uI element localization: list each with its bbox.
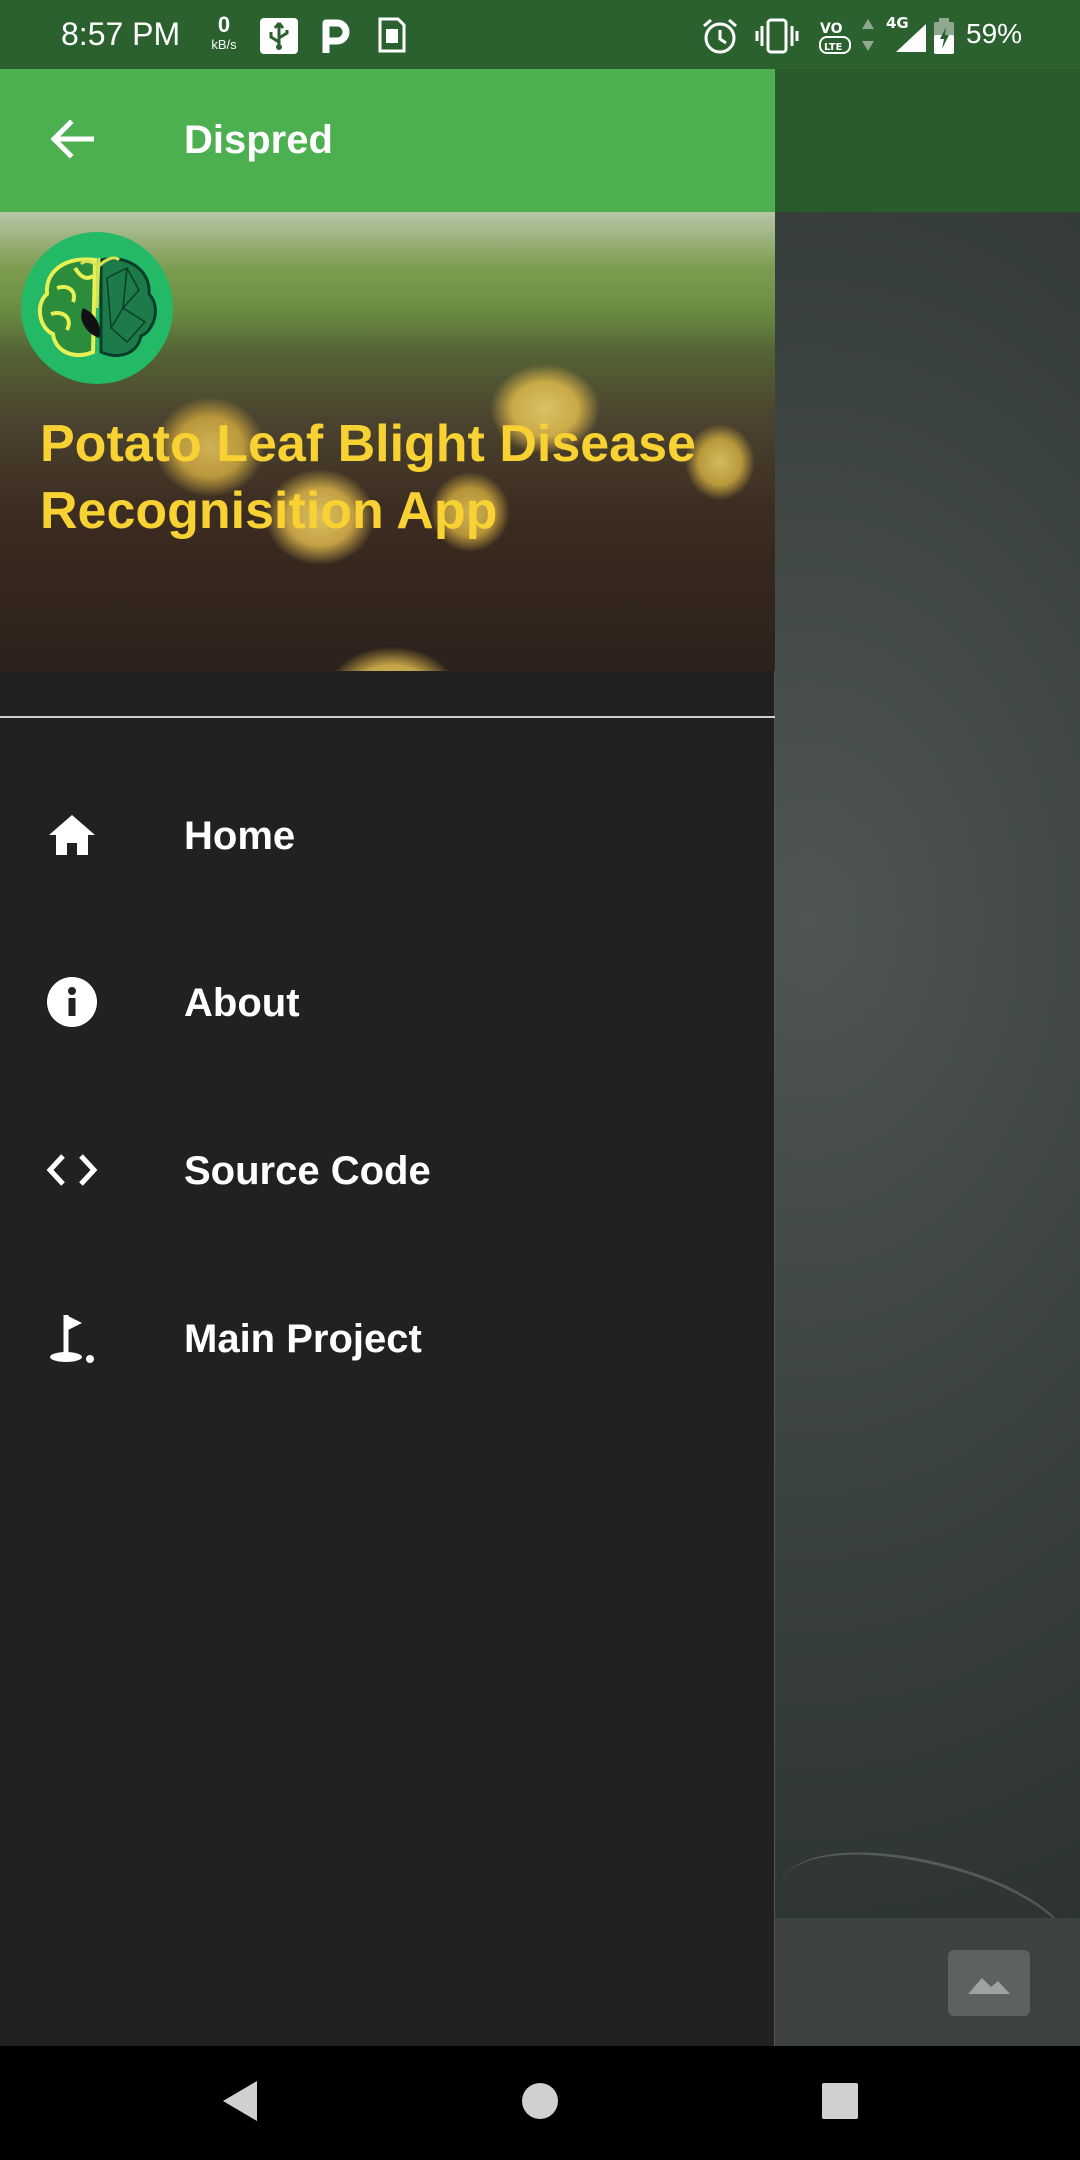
drawer-item-source-code[interactable]: Source Code [0, 1115, 775, 1225]
svg-text:VO: VO [820, 21, 843, 37]
back-button[interactable] [44, 113, 100, 169]
sim-card-icon [378, 17, 406, 58]
nav-home-button[interactable] [505, 2068, 575, 2138]
brain-leaf-logo [21, 232, 173, 384]
status-bar: 8:57 PM 0 kB/s VO LTE 4G 59% [0, 0, 1080, 69]
image-picker-button[interactable] [948, 1950, 1030, 2016]
back-triangle-icon [219, 2079, 259, 2128]
golf-flag-icon [44, 1310, 100, 1366]
nav-back-button[interactable] [204, 2068, 274, 2138]
info-icon [44, 974, 100, 1030]
image-icon [966, 1966, 1012, 2001]
svg-text:LTE: LTE [824, 42, 843, 53]
vibrate-icon [755, 17, 799, 60]
home-circle-icon [521, 2082, 559, 2125]
net-speed-value: 0 [217, 12, 231, 37]
background-bottom-panel [775, 1918, 1080, 2046]
drawer-item-label: Home [184, 814, 296, 858]
volte-icon: VO LTE [817, 17, 853, 62]
code-icon [44, 1142, 100, 1198]
drawer-item-label: Source Code [184, 1149, 431, 1193]
parking-icon [320, 17, 352, 60]
battery-percent: 59% [966, 18, 1023, 49]
recents-square-icon [821, 2082, 859, 2125]
drawer-item-main-project[interactable]: Main Project [0, 1283, 775, 1393]
signal-4g-icon: 4G [882, 12, 928, 59]
navigation-drawer: Dispred Potato Leaf Blight Disease Recog… [0, 69, 775, 2046]
arrow-back-icon [50, 118, 95, 164]
header-title: Potato Leaf Blight Disease Recognisition… [40, 415, 696, 540]
data-arrows-icon [860, 17, 876, 58]
drawer-item-about[interactable]: About [0, 947, 775, 1057]
status-time: 8:57 PM [61, 16, 181, 52]
drawer-item-label: About [184, 981, 300, 1025]
nav-recents-button[interactable] [805, 2068, 875, 2138]
app-title: Dispred [184, 118, 333, 162]
drawer-app-bar: Dispred [0, 69, 775, 212]
battery-charging-icon [932, 17, 956, 60]
drawer-item-home[interactable]: Home [0, 780, 775, 890]
system-nav-bar [0, 2046, 1080, 2160]
usb-icon [259, 17, 299, 60]
home-icon [44, 807, 100, 863]
drawer-divider [0, 716, 775, 718]
drawer-item-label: Main Project [184, 1317, 422, 1361]
svg-text:4G: 4G [886, 14, 909, 32]
net-speed: 0 kB/s [206, 12, 242, 52]
net-speed-unit: kB/s [211, 37, 237, 52]
alarm-icon [700, 17, 740, 60]
drawer-header: Potato Leaf Blight Disease Recognisition… [0, 212, 775, 671]
